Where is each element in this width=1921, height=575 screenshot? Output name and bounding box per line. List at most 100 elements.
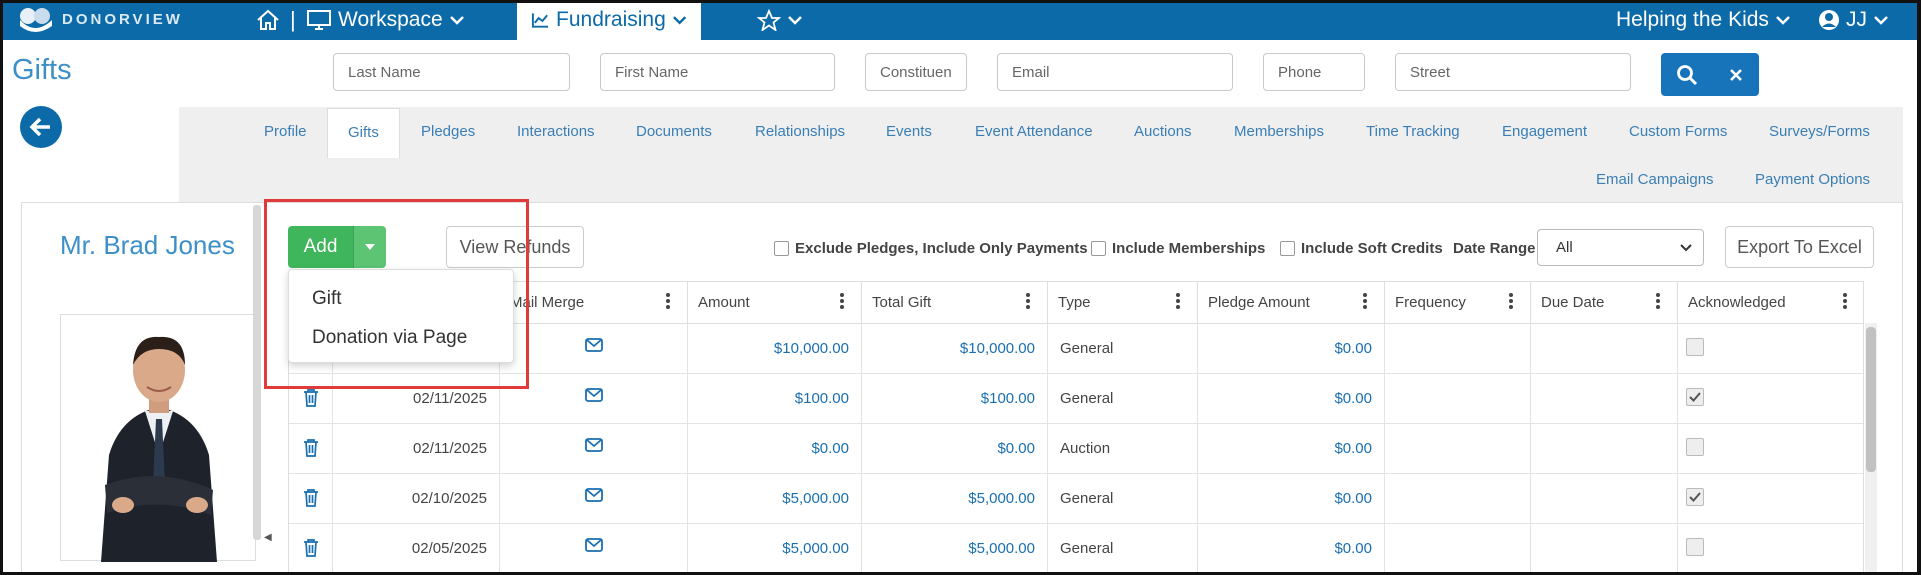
envelope-icon[interactable] [584, 438, 603, 452]
total-gift-cell[interactable]: $100.00 [862, 374, 1048, 424]
table-row[interactable]: 02/10/2025 $5,000.00 $5,000.00 General $0.00 [289, 474, 1863, 524]
first-name-input[interactable] [600, 53, 835, 91]
tab-events[interactable]: Events [886, 123, 932, 140]
view-refunds-button[interactable]: View Refunds [446, 226, 584, 268]
organization-menu[interactable]: Helping the Kids [1616, 0, 1791, 40]
add-button[interactable]: Add [288, 226, 353, 268]
add-dropdown-toggle[interactable] [353, 226, 386, 268]
table-row[interactable]: 02/11/2025 $100.00 $100.00 General $0.00 [289, 374, 1863, 424]
tab-documents[interactable]: Documents [636, 123, 712, 140]
tab-event-attendance[interactable]: Event Attendance [975, 123, 1093, 140]
pledge-amount-cell[interactable]: $0.00 [1198, 374, 1385, 424]
donorview-logo[interactable]: DONORVIEW [16, 6, 183, 32]
kebab-icon[interactable] [1842, 292, 1848, 310]
exclude-pledges-option[interactable]: Exclude Pledges, Include Only Payments [774, 240, 1088, 257]
collapse-sidebar-icon[interactable]: ◀ [264, 532, 272, 543]
kebab-icon[interactable] [1025, 292, 1031, 310]
phone-input[interactable] [1263, 53, 1365, 91]
tab-interactions[interactable]: Interactions [517, 123, 595, 140]
trash-icon[interactable] [303, 388, 319, 407]
constituent-input[interactable] [865, 53, 967, 91]
include-soft-credits-option[interactable]: Include Soft Credits [1280, 240, 1443, 257]
pledge-amount-cell[interactable]: $0.00 [1198, 424, 1385, 474]
acknowledged-checkbox[interactable] [1686, 338, 1704, 356]
pledge-amount-column-header[interactable]: Pledge Amount [1198, 282, 1385, 324]
amount-column-header[interactable]: Amount [688, 282, 862, 324]
kebab-icon[interactable] [1655, 292, 1661, 310]
kebab-icon[interactable] [1175, 292, 1181, 310]
chevron-down-icon [1776, 16, 1790, 25]
pledge-amount-cell[interactable]: $0.00 [1198, 324, 1385, 374]
frequency-cell [1385, 324, 1531, 374]
tab-custom-forms[interactable]: Custom Forms [1629, 123, 1727, 140]
trash-icon[interactable] [303, 538, 319, 557]
include-memberships-checkbox[interactable] [1091, 241, 1106, 256]
tab-pledges[interactable]: Pledges [421, 123, 475, 140]
search-icon[interactable] [1676, 64, 1698, 86]
due-date-column-header[interactable]: Due Date [1531, 282, 1678, 324]
kebab-icon[interactable] [1362, 292, 1368, 310]
total-gift-column-header[interactable]: Total Gift [862, 282, 1048, 324]
include-memberships-option[interactable]: Include Memberships [1091, 240, 1265, 257]
include-soft-credits-checkbox[interactable] [1280, 241, 1295, 256]
tab-time-tracking[interactable]: Time Tracking [1366, 123, 1460, 140]
close-icon[interactable] [1728, 67, 1744, 83]
total-gift-cell[interactable]: $5,000.00 [862, 524, 1048, 574]
amount-cell[interactable]: $10,000.00 [688, 324, 862, 374]
date-range-select[interactable]: All [1537, 229, 1704, 266]
frequency-column-header[interactable]: Frequency [1385, 282, 1531, 324]
home-button[interactable] [256, 0, 280, 40]
acknowledged-checkbox[interactable] [1686, 538, 1704, 556]
street-input[interactable] [1395, 53, 1631, 91]
tab-payment-options[interactable]: Payment Options [1755, 171, 1870, 188]
envelope-icon[interactable] [584, 538, 603, 552]
table-row[interactable]: $10,000.00 $10,000.00 General $0.00 [289, 324, 1863, 374]
envelope-icon[interactable] [584, 488, 603, 502]
envelope-icon[interactable] [584, 338, 603, 352]
amount-cell[interactable]: $0.00 [688, 424, 862, 474]
total-gift-cell[interactable]: $10,000.00 [862, 324, 1048, 374]
email-input[interactable] [997, 53, 1233, 91]
menu-item-gift[interactable]: Gift [312, 288, 342, 310]
kebab-icon[interactable] [839, 292, 845, 310]
acknowledged-checkbox[interactable] [1686, 388, 1704, 406]
kebab-icon[interactable] [665, 292, 671, 310]
acknowledged-column-header[interactable]: Acknowledged [1678, 282, 1863, 324]
menu-item-donation-via-page[interactable]: Donation via Page [312, 327, 467, 349]
amount-cell[interactable]: $5,000.00 [688, 474, 862, 524]
table-row[interactable]: 02/05/2025 $5,000.00 $5,000.00 General $0.00 [289, 524, 1863, 574]
mail-merge-column-header[interactable]: Mail Merge [500, 282, 688, 324]
user-menu[interactable]: JJ [1818, 0, 1889, 40]
tab-engagement[interactable]: Engagement [1502, 123, 1587, 140]
trash-icon[interactable] [303, 488, 319, 507]
grid-scrollbar-thumb[interactable] [1866, 327, 1876, 472]
tab-surveys-forms[interactable]: Surveys/Forms [1769, 123, 1870, 140]
total-gift-cell[interactable]: $0.00 [862, 424, 1048, 474]
amount-cell[interactable]: $5,000.00 [688, 524, 862, 574]
tab-relationships[interactable]: Relationships [755, 123, 845, 140]
trash-icon[interactable] [303, 438, 319, 457]
favorites-menu[interactable] [757, 0, 803, 40]
amount-cell[interactable]: $100.00 [688, 374, 862, 424]
acknowledged-checkbox[interactable] [1686, 488, 1704, 506]
back-button[interactable] [20, 106, 62, 148]
workspace-menu[interactable]: Workspace [306, 0, 465, 40]
sidebar-scrollbar[interactable] [253, 205, 261, 540]
table-row[interactable]: 02/11/2025 $0.00 $0.00 Auction $0.00 [289, 424, 1863, 474]
tab-email-campaigns[interactable]: Email Campaigns [1596, 171, 1714, 188]
tab-auctions[interactable]: Auctions [1134, 123, 1192, 140]
total-gift-cell[interactable]: $5,000.00 [862, 474, 1048, 524]
acknowledged-checkbox[interactable] [1686, 438, 1704, 456]
exclude-pledges-checkbox[interactable] [774, 241, 789, 256]
kebab-icon[interactable] [1508, 292, 1514, 310]
last-name-input[interactable] [333, 53, 570, 91]
tab-memberships[interactable]: Memberships [1234, 123, 1324, 140]
pledge-amount-cell[interactable]: $0.00 [1198, 474, 1385, 524]
type-column-header[interactable]: Type [1048, 282, 1198, 324]
fundraising-menu[interactable]: Fundraising [517, 0, 701, 40]
export-to-excel-button[interactable]: Export To Excel [1725, 226, 1874, 268]
envelope-icon[interactable] [584, 388, 603, 402]
pledge-amount-cell[interactable]: $0.00 [1198, 524, 1385, 574]
tab-gifts[interactable]: Gifts [327, 108, 400, 158]
tab-profile[interactable]: Profile [264, 123, 307, 140]
